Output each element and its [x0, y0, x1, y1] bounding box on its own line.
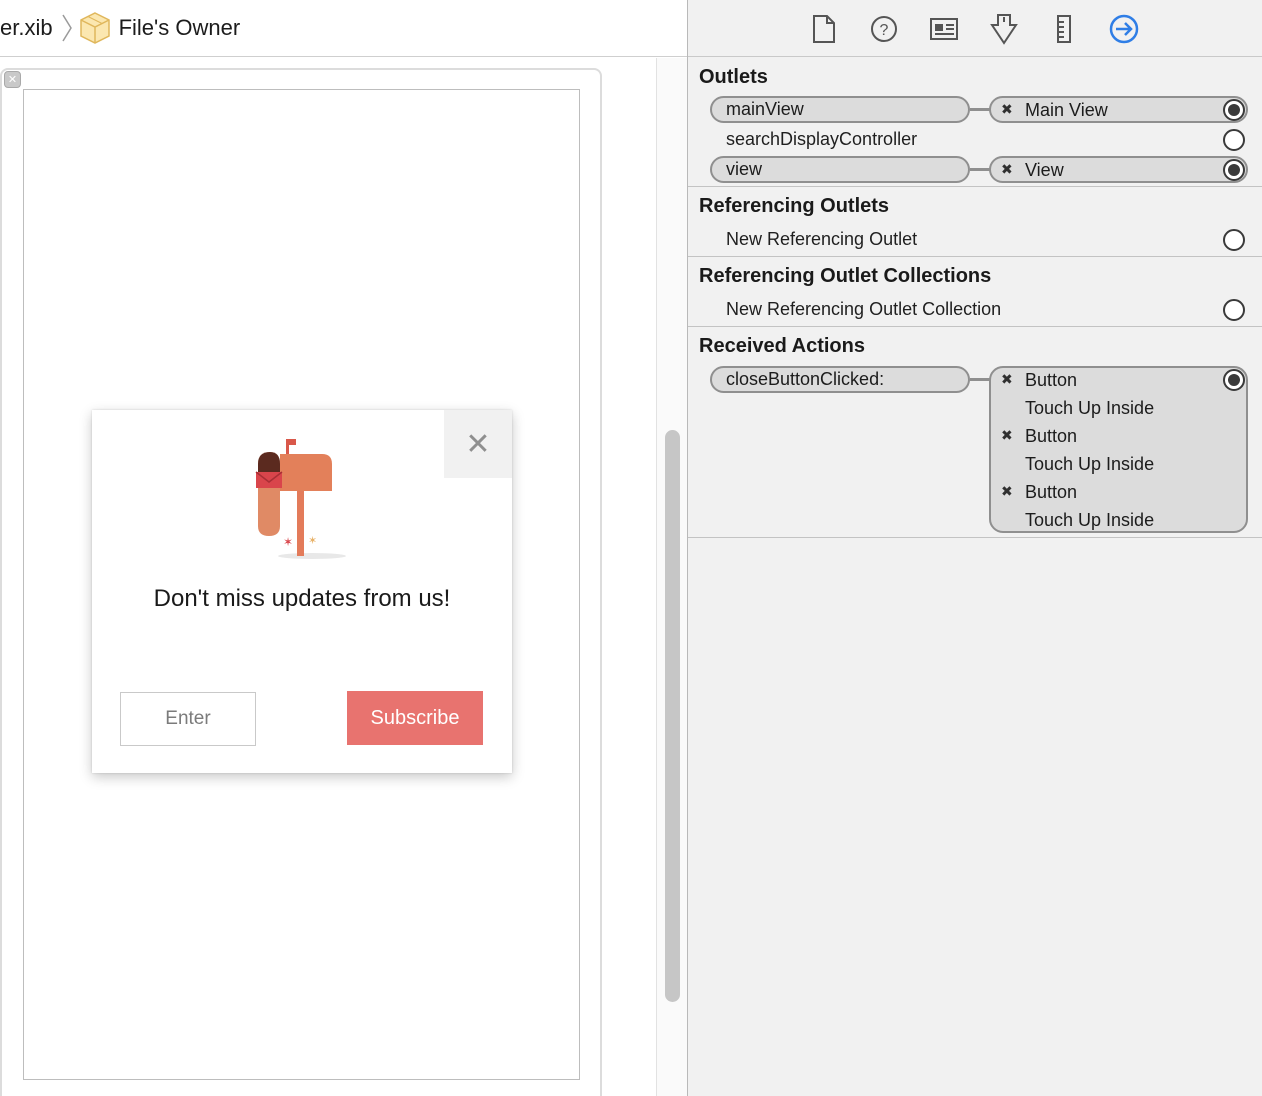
connection-circle-empty-icon[interactable] — [1223, 299, 1245, 321]
new-referencing-outlet-collection: New Referencing Outlet Collection — [726, 299, 1002, 319]
vertical-scrollbar[interactable] — [656, 58, 687, 1096]
disconnect-x-icon[interactable]: ✖ — [1001, 96, 1013, 124]
attributes-inspector-icon[interactable] — [987, 12, 1021, 46]
action-target-event: Touch Up Inside — [1025, 510, 1155, 530]
outlet-view[interactable]: view — [710, 156, 970, 183]
disconnect-x-icon[interactable]: ✖ — [1001, 478, 1013, 506]
disconnect-x-icon[interactable]: ✖ — [1001, 156, 1013, 184]
referencing-outlet-collections-title: Referencing Outlet Collections — [699, 265, 992, 287]
action-closebuttonclicked[interactable]: closeButtonClicked: — [710, 366, 970, 393]
outlets-section: Outlets mainView ✖ Main View searchDispl… — [688, 58, 1262, 187]
action-target-event: Touch Up Inside — [1025, 454, 1155, 474]
received-actions-title: Received Actions — [699, 335, 865, 357]
action-target-object: Button — [1025, 482, 1078, 502]
svg-text:✶: ✶ — [308, 534, 317, 547]
new-referencing-outlet: New Referencing Outlet — [726, 229, 918, 249]
outlet-mainview[interactable]: mainView — [710, 96, 970, 123]
action-target-object: Button — [1025, 426, 1078, 446]
connection-circle-empty-icon[interactable] — [1223, 129, 1245, 151]
outlets-title: Outlets — [699, 66, 768, 88]
file-inspector-icon[interactable] — [807, 12, 841, 46]
mailbox-illustration: ✶ ✶ — [252, 438, 352, 568]
referencing-outlets-title: Referencing Outlets — [699, 195, 890, 217]
connection-line — [970, 168, 990, 171]
connection-line — [970, 108, 990, 111]
jump-bar: er.xib File's Owner — [0, 0, 687, 57]
outlet-target-main-view[interactable]: ✖ Main View — [989, 96, 1248, 123]
disconnect-x-icon[interactable]: ✖ — [1001, 366, 1013, 394]
received-actions-section: Received Actions closeButtonClicked: ✖ B… — [688, 327, 1262, 538]
outlet-target-label: Main View — [1025, 100, 1108, 120]
connection-circle-filled-icon[interactable] — [1223, 99, 1245, 121]
connection-circle-filled-icon[interactable] — [1223, 369, 1245, 391]
connection-circle-empty-icon[interactable] — [1223, 229, 1245, 251]
subscribe-button[interactable]: Subscribe — [347, 691, 483, 745]
placeholder-cube-icon — [79, 11, 111, 45]
quick-help-icon[interactable]: ? — [867, 12, 901, 46]
svg-text:✶: ✶ — [283, 535, 293, 549]
breadcrumb-file[interactable]: er.xib — [0, 15, 53, 41]
inspector-tab-bar: ? — [688, 0, 1262, 57]
connections-inspector: ? Outlets mainView ✖ Main View searchDis… — [687, 0, 1262, 1096]
enter-field[interactable]: Enter — [120, 692, 256, 746]
connection-line — [970, 378, 990, 381]
breadcrumb-chevron-icon — [61, 13, 73, 43]
outlet-searchdisplaycontroller: searchDisplayController — [726, 129, 918, 149]
action-target-event: Touch Up Inside — [1025, 398, 1155, 418]
breadcrumb-files-owner[interactable]: File's Owner — [119, 15, 241, 41]
size-inspector-icon[interactable] — [1047, 12, 1081, 46]
identity-inspector-icon[interactable] — [927, 12, 961, 46]
outlet-target-label: View — [1025, 160, 1064, 180]
scrollbar-thumb[interactable] — [665, 430, 680, 1002]
referencing-outlet-collections-section: Referencing Outlet Collections New Refer… — [688, 257, 1262, 327]
dialog-message: Don't miss updates from us! — [153, 585, 451, 612]
dialog-close-button[interactable]: ✕ — [444, 410, 512, 478]
svg-text:?: ? — [880, 22, 889, 39]
referencing-outlets-section: Referencing Outlets New Referencing Outl… — [688, 187, 1262, 257]
disconnect-x-icon[interactable]: ✖ — [1001, 422, 1013, 450]
action-target-object: Button — [1025, 370, 1078, 390]
connections-inspector-icon[interactable] — [1107, 12, 1141, 46]
interface-builder-canvas-pane: er.xib File's Owner ✕ ✕ Don't miss updat… — [0, 0, 687, 1096]
close-x-icon: ✕ — [465, 426, 491, 462]
canvas: ✕ ✕ Don't miss updates from us! Enter Su… — [0, 58, 687, 1096]
action-targets-box[interactable]: ✖ Button Touch Up Inside ✖ Button Touch … — [989, 366, 1248, 533]
scene-close-icon[interactable]: ✕ — [4, 71, 21, 88]
outlet-target-view[interactable]: ✖ View — [989, 156, 1248, 183]
connection-circle-filled-icon[interactable] — [1223, 159, 1245, 181]
